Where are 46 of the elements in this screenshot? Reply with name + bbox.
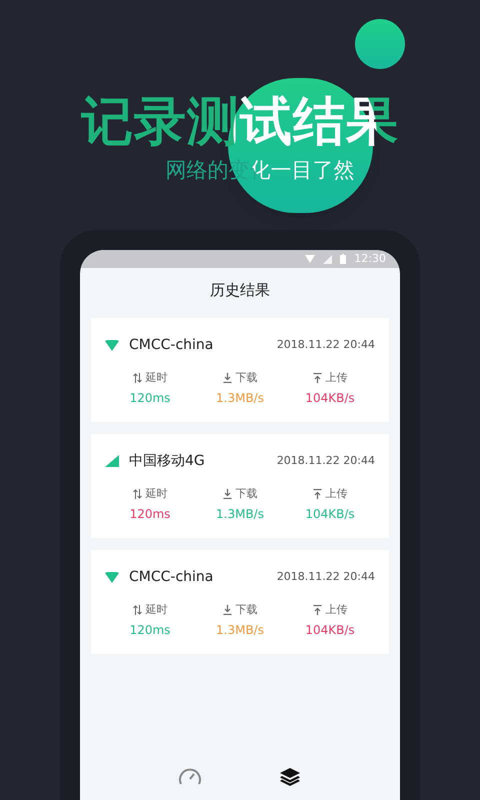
wifi-status-icon — [305, 255, 316, 263]
metric-label: 上传 — [326, 486, 348, 502]
up-down-arrows-icon — [132, 372, 142, 383]
metric-label: 下载 — [236, 370, 258, 386]
upload-icon — [312, 372, 322, 383]
download-icon — [222, 604, 232, 615]
signal-status-icon — [323, 254, 332, 264]
metric-label: 延时 — [146, 486, 168, 502]
metric-value: 104KB/s — [305, 622, 355, 639]
metric-label: 上传 — [326, 370, 348, 386]
battery-icon — [340, 254, 346, 264]
result-card[interactable]: CMCC-china 2018.11.22 20:44 延时 120ms 下载 1.3MB/s 上传 104KB/s — [91, 550, 389, 654]
wifi-icon — [105, 572, 119, 582]
metric-label: 上传 — [326, 602, 348, 618]
cellular-signal-icon — [105, 455, 119, 467]
up-down-arrows-icon — [132, 604, 142, 615]
result-card[interactable]: CMCC-china 2018.11.22 20:44 延时 120ms 下载 1.3MB/s 上传 104KB/s — [91, 318, 389, 422]
metric-value: 1.3MB/s — [216, 506, 264, 523]
metric-value: 120ms — [130, 506, 170, 523]
result-card[interactable]: 中国移动4G 2018.11.22 20:44 延时 120ms 下载 1.3MB/s 上传 104KB/s — [91, 434, 389, 538]
network-name: CMCC-china — [129, 336, 214, 354]
layers-icon[interactable] — [280, 768, 300, 786]
metric-value: 120ms — [130, 622, 170, 639]
test-time: 2018.11.22 20:44 — [276, 568, 375, 585]
test-time: 2018.11.22 20:44 — [276, 452, 375, 469]
upload-icon — [312, 488, 322, 499]
metric-value: 1.3MB/s — [216, 622, 264, 639]
metric-value: 104KB/s — [305, 390, 355, 407]
up-down-arrows-icon — [132, 488, 142, 499]
status-time: 12:30 — [354, 250, 386, 267]
wifi-icon — [105, 340, 119, 350]
test-time: 2018.11.22 20:44 — [276, 336, 375, 353]
metric-label: 延时 — [146, 602, 168, 618]
metric-label: 下载 — [236, 486, 258, 502]
network-name: 中国移动4G — [129, 452, 205, 470]
speedometer-icon[interactable] — [178, 768, 202, 786]
network-name: CMCC-china — [129, 568, 214, 586]
metric-value: 1.3MB/s — [216, 390, 264, 407]
metric-label: 下载 — [236, 602, 258, 618]
screen-title: 历史结果 — [209, 280, 271, 301]
download-icon — [222, 372, 232, 383]
upload-icon — [312, 604, 322, 615]
metric-label: 延时 — [146, 370, 168, 386]
download-icon — [222, 488, 232, 499]
metric-value: 120ms — [130, 390, 170, 407]
metric-value: 104KB/s — [305, 506, 355, 523]
